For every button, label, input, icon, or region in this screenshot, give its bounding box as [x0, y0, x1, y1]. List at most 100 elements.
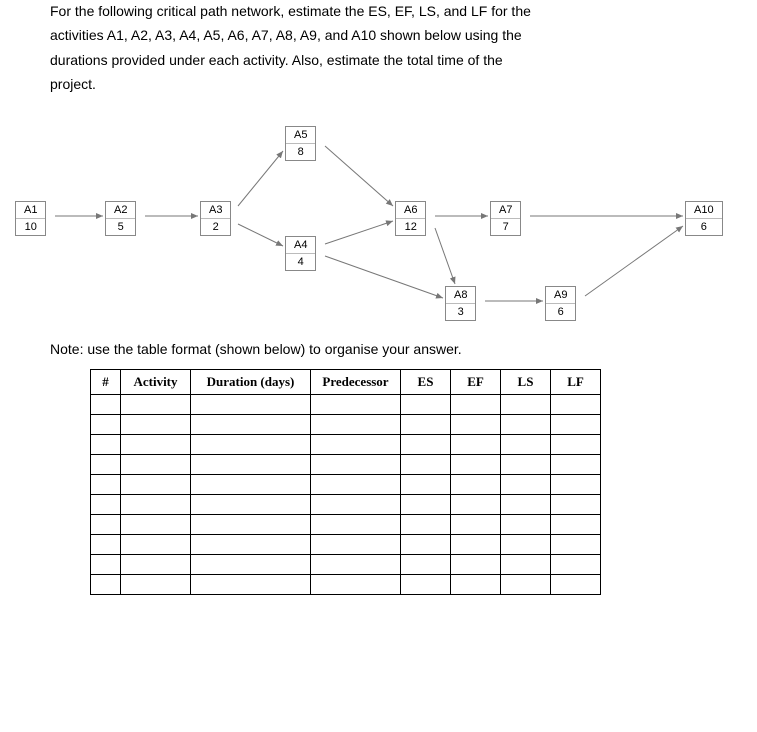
table-row: [91, 414, 601, 434]
answer-table: # Activity Duration (days) Predecessor E…: [90, 369, 601, 595]
table-cell: [191, 554, 311, 574]
table-cell: [121, 554, 191, 574]
table-cell: [91, 514, 121, 534]
table-cell: [401, 394, 451, 414]
table-cell: [401, 454, 451, 474]
table-cell: [451, 474, 501, 494]
table-row: [91, 574, 601, 594]
table-row: [91, 514, 601, 534]
header-lf: LF: [551, 369, 601, 394]
table-row: [91, 474, 601, 494]
node-a4: A4 4: [285, 236, 316, 271]
node-a9: A9 6: [545, 286, 576, 321]
node-a3: A3 2: [200, 201, 231, 236]
table-cell: [551, 494, 601, 514]
table-cell: [311, 514, 401, 534]
table-cell: [121, 494, 191, 514]
header-es: ES: [401, 369, 451, 394]
table-cell: [451, 434, 501, 454]
header-predecessor: Predecessor: [311, 369, 401, 394]
table-cell: [191, 394, 311, 414]
table-cell: [311, 454, 401, 474]
table-cell: [311, 434, 401, 454]
table-cell: [91, 454, 121, 474]
table-cell: [501, 494, 551, 514]
table-cell: [121, 394, 191, 414]
table-cell: [311, 474, 401, 494]
table-cell: [91, 394, 121, 414]
table-cell: [191, 494, 311, 514]
table-cell: [551, 394, 601, 414]
node-a1: A1 10: [15, 201, 46, 236]
table-cell: [191, 454, 311, 474]
node-a10: A10 6: [685, 201, 723, 236]
table-cell: [191, 574, 311, 594]
table-cell: [311, 574, 401, 594]
table-cell: [91, 554, 121, 574]
table-cell: [121, 474, 191, 494]
table-cell: [311, 414, 401, 434]
table-cell: [191, 434, 311, 454]
header-duration: Duration (days): [191, 369, 311, 394]
table-cell: [191, 534, 311, 554]
table-cell: [451, 554, 501, 574]
table-cell: [451, 394, 501, 414]
table-cell: [401, 514, 451, 534]
node-a2-label: A2: [106, 202, 135, 219]
node-a8: A8 3: [445, 286, 476, 321]
table-cell: [91, 574, 121, 594]
table-cell: [501, 474, 551, 494]
table-cell: [91, 414, 121, 434]
node-a3-label: A3: [201, 202, 230, 219]
table-cell: [451, 514, 501, 534]
node-a7-duration: 7: [491, 219, 520, 235]
table-cell: [501, 554, 551, 574]
table-cell: [121, 454, 191, 474]
table-row: [91, 394, 601, 414]
table-cell: [501, 394, 551, 414]
node-a2: A2 5: [105, 201, 136, 236]
table-cell: [401, 474, 451, 494]
node-a4-duration: 4: [286, 254, 315, 270]
table-cell: [551, 474, 601, 494]
node-a2-duration: 5: [106, 219, 135, 235]
node-a6: A6 12: [395, 201, 426, 236]
header-ls: LS: [501, 369, 551, 394]
node-a9-duration: 6: [546, 304, 575, 320]
node-a9-label: A9: [546, 287, 575, 304]
table-cell: [121, 574, 191, 594]
table-cell: [91, 494, 121, 514]
table-cell: [451, 494, 501, 514]
node-a8-duration: 3: [446, 304, 475, 320]
table-cell: [551, 554, 601, 574]
node-a6-duration: 12: [396, 219, 425, 235]
table-cell: [551, 534, 601, 554]
node-a10-duration: 6: [686, 219, 722, 235]
table-cell: [451, 414, 501, 434]
header-activity: Activity: [121, 369, 191, 394]
header-ef: EF: [451, 369, 501, 394]
problem-line-1: For the following critical path network,…: [50, 0, 707, 22]
table-cell: [451, 574, 501, 594]
table-cell: [451, 454, 501, 474]
table-cell: [121, 514, 191, 534]
node-a5-duration: 8: [286, 144, 315, 160]
table-cell: [401, 554, 451, 574]
table-cell: [311, 494, 401, 514]
table-cell: [501, 574, 551, 594]
note-text: Note: use the table format (shown below)…: [50, 341, 707, 357]
problem-line-2: activities A1, A2, A3, A4, A5, A6, A7, A…: [50, 24, 707, 46]
table-cell: [451, 534, 501, 554]
table-row: [91, 534, 601, 554]
table-cell: [311, 534, 401, 554]
table-cell: [311, 394, 401, 414]
table-cell: [121, 414, 191, 434]
table-cell: [501, 454, 551, 474]
table-row: [91, 494, 601, 514]
problem-line-3: durations provided under each activity. …: [50, 49, 707, 71]
table-cell: [501, 434, 551, 454]
table-cell: [501, 414, 551, 434]
table-cell: [401, 574, 451, 594]
table-cell: [91, 474, 121, 494]
table-cell: [551, 414, 601, 434]
